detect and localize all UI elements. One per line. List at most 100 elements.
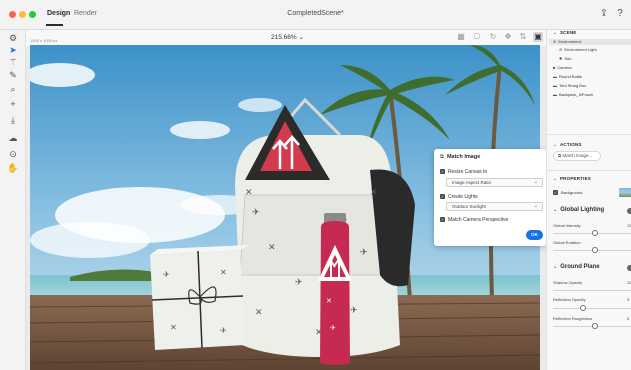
match-perspective-label: Match Camera Perspective — [448, 217, 509, 223]
match-perspective-checkbox[interactable]: ✓ — [440, 217, 445, 222]
chevron-down-icon: ⌄ — [533, 179, 538, 185]
svg-text:✈: ✈ — [360, 248, 368, 258]
tree-item-sun[interactable]: ✺ Sun — [559, 56, 571, 61]
tree-item-environment[interactable]: ⊕ Environment — [549, 39, 631, 45]
shadow-opacity-value[interactable]: 10 — [627, 280, 631, 285]
svg-text:✈: ✈ — [220, 326, 227, 335]
svg-text:✕: ✕ — [370, 188, 378, 198]
divider — [547, 134, 631, 135]
resize-canvas-dropdown[interactable]: Image Aspect Ratio ⌄ — [446, 178, 543, 187]
resize-canvas-checkbox[interactable]: ✓ — [440, 169, 445, 174]
svg-text:✈: ✈ — [350, 306, 358, 316]
global-lighting-header[interactable]: ⌄ Global Lighting — [553, 207, 604, 213]
global-intensity-label: Global Intensity — [553, 223, 581, 228]
sun-icon: ✺ — [559, 56, 563, 61]
settings-icon[interactable]: ⚙ — [7, 32, 19, 44]
magic-wand-icon[interactable]: ⚚ — [7, 56, 19, 68]
match-image-title: ⧉ Match Image — [440, 154, 481, 160]
svg-text:✕: ✕ — [220, 268, 227, 277]
create-lights-label: Create Lights — [448, 194, 478, 200]
select-icon[interactable]: ➤ — [7, 44, 19, 56]
tree-item-tied-string-box[interactable]: ▬ Tied String Box — [553, 83, 586, 88]
global-rotation-knob[interactable] — [592, 247, 598, 253]
zoom-icon[interactable]: ⊙ — [7, 148, 19, 160]
model-icon: ▬ — [553, 92, 557, 97]
model-icon: ▬ — [553, 83, 557, 88]
reflection-opacity-label: Reflection Opacity — [553, 297, 586, 302]
tab-active-indicator — [46, 24, 63, 26]
help-icon[interactable]: ? — [614, 8, 626, 20]
title-bar: Design Render CompletedScene* ⇪ ? — [0, 0, 631, 30]
svg-text:✕: ✕ — [245, 188, 253, 198]
right-panel: ⌄ SCENE ⊕ Environment ⊛ Environment Light ✺… — [546, 30, 631, 370]
ground-plane-toggle[interactable] — [627, 265, 631, 271]
divider — [547, 170, 631, 171]
tree-item-environment-light[interactable]: ⊛ Environment Light — [559, 47, 597, 52]
tool-bar: ⚙ ➤ ⚚ ✎ ⌕ + ⤓ ☁ ⊙ ✋ — [0, 30, 26, 370]
svg-text:✈: ✈ — [295, 278, 303, 288]
svg-text:✕: ✕ — [170, 323, 177, 332]
reflection-opacity-knob[interactable] — [580, 305, 586, 311]
tree-item-camera[interactable]: ■ Camera — [553, 65, 572, 70]
reflection-opacity-value[interactable]: 3 — [627, 297, 629, 302]
environment-icon: ⊕ — [553, 39, 557, 44]
document-title: CompletedScene* — [287, 10, 344, 17]
global-intensity-value[interactable]: 13 — [627, 223, 631, 228]
cloud-icon[interactable]: ☁ — [7, 132, 19, 144]
dolly-icon[interactable]: ⇅ — [518, 32, 528, 42]
create-lights-dropdown[interactable]: Outdoor Sunlight ⌄ — [446, 202, 543, 211]
chevron-down-icon: ⌄ — [533, 203, 538, 209]
svg-text:✕: ✕ — [255, 308, 263, 318]
svg-text:✈: ✈ — [252, 208, 260, 218]
reflection-roughness-value[interactable]: 0 — [627, 316, 629, 321]
background-checkbox[interactable]: ✓ — [553, 190, 558, 195]
chevron-down-icon: ⌄ — [553, 30, 557, 35]
frame-icon[interactable]: ▣ — [533, 32, 543, 42]
eyedropper-icon[interactable]: ✎ — [7, 69, 19, 81]
resize-canvas-label: Resize Canvas to — [448, 169, 488, 175]
camera-bookmark-icon[interactable]: ⎔ — [472, 32, 482, 42]
ground-plane-header[interactable]: ⌄ Ground Plane — [553, 264, 600, 270]
reflection-roughness-knob[interactable] — [592, 323, 598, 329]
tree-item-round-bottle[interactable]: ▬ Round Bottle — [553, 74, 582, 79]
viewport-bar: 215.66% ⌄ ▦ ⎔ ↻ ✥ ⇅ ▣ — [26, 30, 546, 46]
global-rotation-label: Global Rotation — [553, 240, 581, 245]
tree-item-backpack[interactable]: ▬ Backpack_InPouch — [553, 92, 593, 97]
zoom-level[interactable]: 215.66% ⌄ — [271, 33, 304, 41]
light-icon: ⊛ — [559, 47, 563, 52]
grid-icon[interactable]: ▦ — [456, 32, 466, 42]
reflection-opacity-slider[interactable] — [553, 308, 631, 309]
pan-hand-icon[interactable]: ✋ — [7, 162, 19, 174]
shadow-opacity-slider[interactable] — [553, 290, 631, 291]
svg-text:✈: ✈ — [330, 324, 336, 332]
share-icon[interactable]: ⇪ — [598, 8, 610, 20]
match-image-icon: ⧉ — [440, 154, 444, 160]
download-icon[interactable]: ⤓ — [7, 114, 19, 126]
shadow-opacity-label: Shadow Opacity — [553, 280, 583, 285]
chevron-down-icon: ⌄ — [553, 264, 558, 270]
paint-icon[interactable]: ⌕ — [7, 83, 19, 95]
orbit-icon[interactable]: ↻ — [488, 32, 498, 42]
chevron-down-icon: ⌄ — [553, 142, 557, 147]
background-thumbnail[interactable] — [619, 188, 631, 197]
properties-section-header[interactable]: ⌄ PROPERTIES — [553, 176, 591, 182]
global-intensity-knob[interactable] — [592, 230, 598, 236]
canvas-size-label: 1500 x 1000 px — [30, 38, 58, 43]
create-lights-checkbox[interactable]: ✓ — [440, 194, 445, 199]
model-icon: ▬ — [553, 74, 557, 79]
chevron-down-icon: ⌄ — [553, 176, 557, 181]
ok-button[interactable]: OK — [526, 230, 543, 240]
camera-icon: ■ — [553, 65, 556, 70]
reflection-roughness-label: Reflection Roughness — [553, 316, 593, 321]
add-icon[interactable]: + — [7, 98, 19, 110]
chevron-down-icon: ⌄ — [553, 207, 558, 213]
pan-icon[interactable]: ✥ — [503, 32, 513, 42]
global-lighting-toggle[interactable] — [627, 208, 631, 214]
background-label: Background — [561, 190, 583, 195]
actions-section-header[interactable]: ⌄ ACTIONS — [553, 142, 582, 148]
svg-text:✕: ✕ — [268, 243, 276, 253]
svg-text:✕: ✕ — [326, 297, 332, 305]
match-image-button[interactable]: ⧉ Match Image... — [553, 151, 601, 161]
svg-text:✈: ✈ — [163, 270, 170, 279]
scene-section-header[interactable]: ⌄ SCENE — [553, 30, 577, 36]
